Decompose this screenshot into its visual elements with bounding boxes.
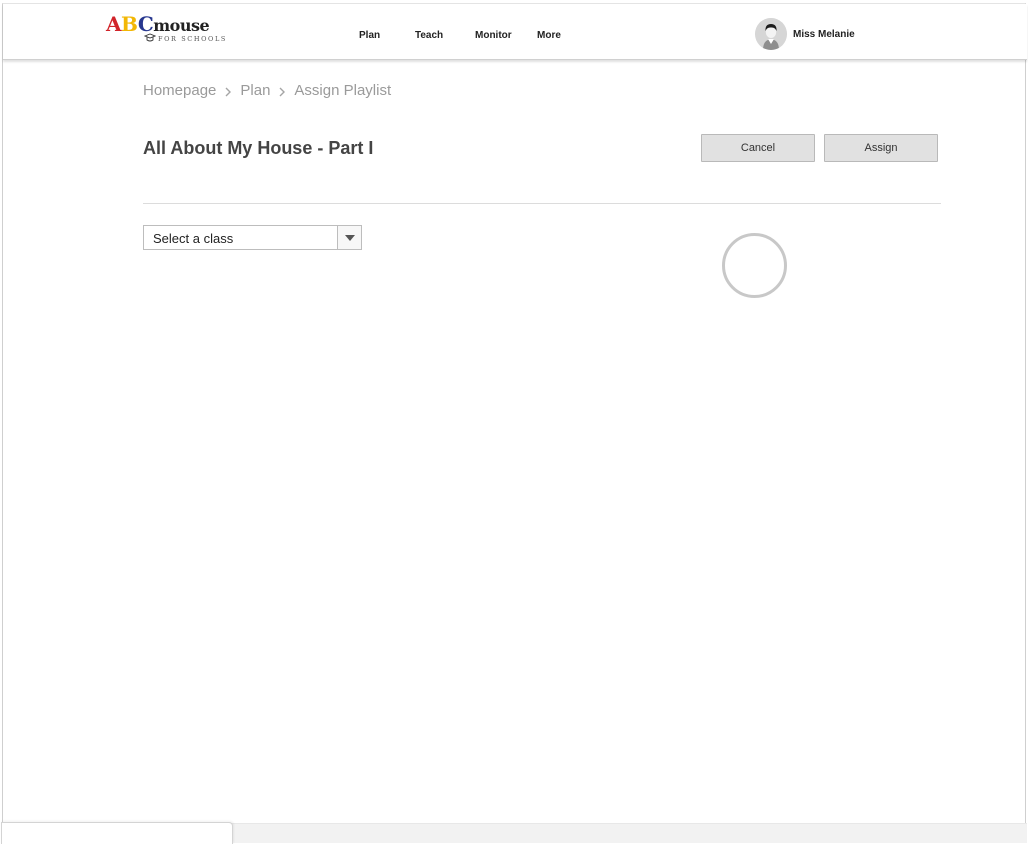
cancel-button[interactable]: Cancel <box>701 134 815 162</box>
logo-subtitle: FOR SCHOOLS <box>144 33 227 43</box>
nav-item-more[interactable]: More <box>537 30 561 41</box>
class-select[interactable]: Select a class <box>143 225 362 250</box>
user-menu[interactable]: Miss Melanie <box>755 17 855 51</box>
abcmouse-logo[interactable]: ABCmouse FOR SCHOOLS <box>106 13 246 47</box>
chevron-right-icon <box>279 87 286 96</box>
class-select-value: Select a class <box>153 231 234 246</box>
nav-item-teach[interactable]: Teach <box>415 30 443 41</box>
caret-down-icon[interactable] <box>337 226 361 249</box>
bottom-tab <box>1 822 233 844</box>
logo-word: mouse <box>153 16 210 35</box>
page-title: All About My House - Part I <box>143 138 374 158</box>
logo-letter-a: A <box>106 12 122 36</box>
logo-wordmark: ABCmouse <box>106 13 246 37</box>
assign-button[interactable]: Assign <box>824 134 938 162</box>
breadcrumb: Homepage Plan Assign Playlist <box>143 82 391 99</box>
logo-subtitle-text: FOR SCHOOLS <box>158 35 227 43</box>
breadcrumb-plan[interactable]: Plan <box>240 82 270 99</box>
user-name: Miss Melanie <box>793 28 855 40</box>
user-avatar-icon <box>755 18 787 50</box>
bottom-bar <box>1 822 1027 844</box>
app-window: ABCmouse FOR SCHOOLS Plan Teach Monitor … <box>1 3 1027 844</box>
section-divider <box>143 203 941 204</box>
nav-item-monitor[interactable]: Monitor <box>475 30 512 41</box>
chevron-right-icon <box>225 87 232 96</box>
logo-letter-b: B <box>121 12 138 36</box>
nav-item-plan[interactable]: Plan <box>359 30 380 41</box>
graduation-cap-icon <box>144 33 156 42</box>
loading-spinner-icon <box>722 233 787 298</box>
top-header: ABCmouse FOR SCHOOLS Plan Teach Monitor … <box>3 4 1027 60</box>
breadcrumb-assign-playlist: Assign Playlist <box>294 82 392 99</box>
breadcrumb-homepage[interactable]: Homepage <box>143 82 216 99</box>
